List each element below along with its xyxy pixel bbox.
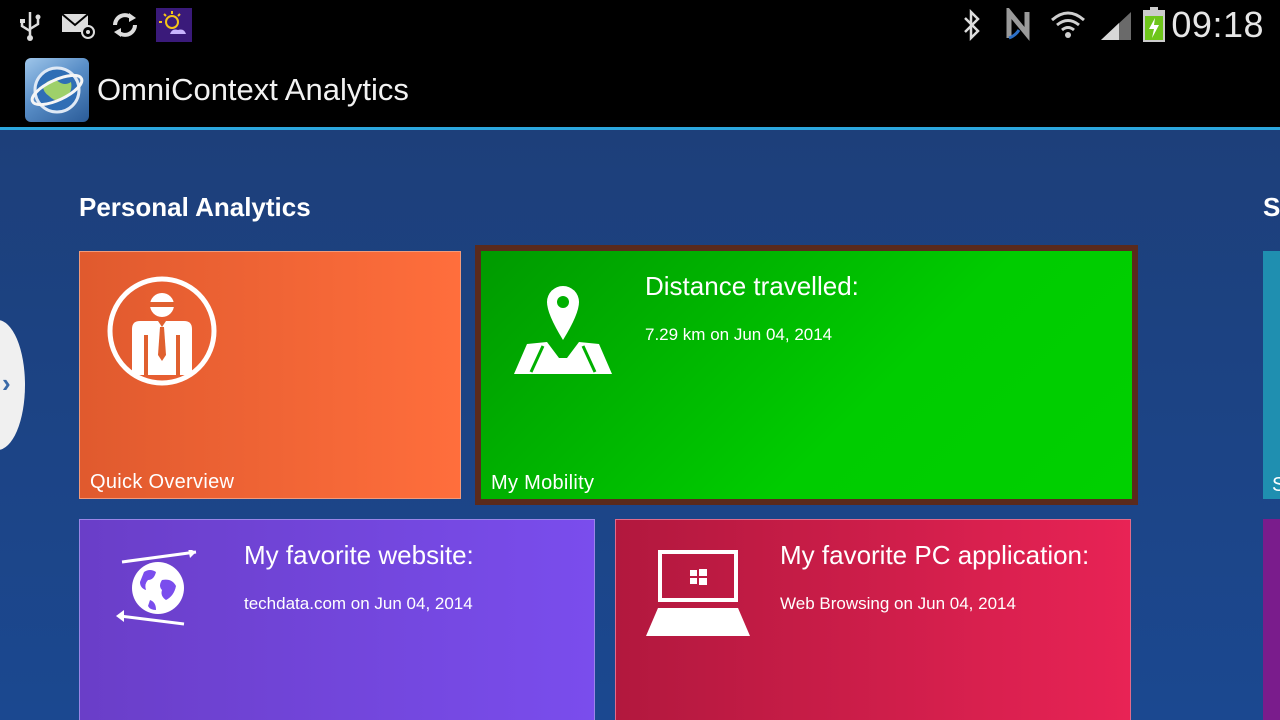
map-pin-icon: [513, 284, 613, 381]
globe-icon: [114, 548, 204, 631]
laptop-icon: [644, 548, 752, 645]
battery-icon: [1140, 7, 1168, 42]
nfc-icon: [1002, 8, 1038, 42]
status-bar: 09:18: [0, 0, 1280, 50]
person-icon: [106, 275, 218, 392]
tile-next-section-2[interactable]: [1263, 519, 1280, 720]
pc-app-heading: My favorite PC application:: [780, 540, 1090, 570]
website-heading: My favorite website:: [244, 540, 474, 570]
tile-quick-overview[interactable]: Quick Overview: [79, 251, 461, 499]
tile-favorite-pc-application[interactable]: My favorite PC application: Web Browsing…: [615, 519, 1131, 720]
app-title: OmniContext Analytics: [97, 72, 409, 107]
mobility-detail: 7.29 km on Jun 04, 2014: [645, 325, 833, 344]
signal-icon: [1096, 8, 1136, 42]
tile-next-label: S: [1272, 474, 1280, 496]
email-icon: [60, 8, 96, 42]
clock: 09:18: [1171, 4, 1264, 45]
bluetooth-icon: [958, 8, 986, 42]
section-title-personal: Personal Analytics: [79, 192, 311, 222]
tile-favorite-website[interactable]: My favorite website: techdata.com on Jun…: [79, 519, 595, 720]
wifi-icon: [1048, 8, 1088, 42]
weather-icon: [156, 8, 192, 42]
website-detail: techdata.com on Jun 04, 2014: [244, 594, 473, 613]
section-title-next: S: [1263, 192, 1280, 222]
app-logo-icon[interactable]: [25, 58, 89, 122]
pc-app-detail: Web Browsing on Jun 04, 2014: [780, 594, 1016, 613]
mobility-heading: Distance travelled:: [645, 271, 859, 301]
tile-my-mobility[interactable]: Distance travelled: 7.29 km on Jun 04, 2…: [481, 251, 1132, 499]
tile-label: My Mobility: [491, 472, 595, 494]
dashboard: Personal Analytics S Quick Overview Dist…: [0, 130, 1280, 720]
chevron-right-icon[interactable]: ›: [2, 368, 11, 399]
tile-label: Quick Overview: [90, 471, 235, 493]
tile-next-section-1[interactable]: [1263, 251, 1280, 499]
app-bar: OmniContext Analytics: [0, 50, 1280, 130]
usb-icon: [16, 8, 44, 42]
sync-icon: [108, 8, 142, 42]
